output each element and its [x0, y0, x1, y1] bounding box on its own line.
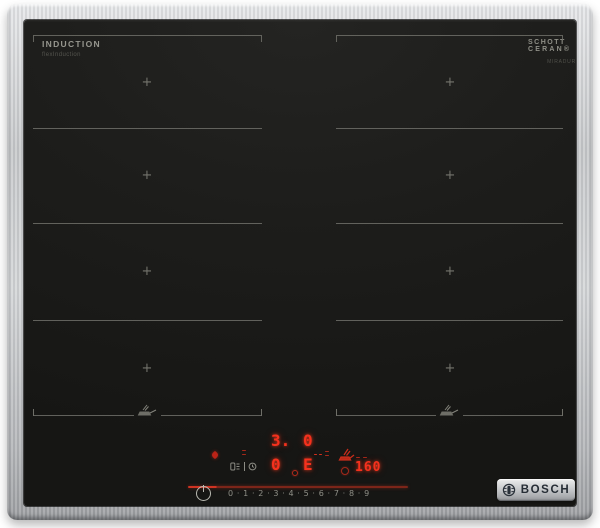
zone-cross-back-right-2[interactable]: +: [443, 169, 457, 182]
schott-line2: CERAN®: [528, 46, 572, 53]
schott-ceran-label: SCHOTT CERAN® MIRADUR: [528, 39, 576, 65]
left-zone-divider-3: [33, 320, 262, 321]
stainless-frame: INDUCTION flexInduction SCHOTT CERAN® MI…: [7, 4, 593, 520]
display-zone-back-left[interactable]: 3.: [271, 433, 290, 449]
timer-clock-icon: [248, 462, 257, 471]
power-slider-track[interactable]: [188, 486, 408, 488]
power-button[interactable]: [196, 485, 211, 501]
left-zone-divider-1: [33, 128, 262, 129]
cleaning-pause-indicator-icon: [210, 450, 220, 460]
product-photo: INDUCTION flexInduction SCHOTT CERAN® MI…: [0, 0, 600, 528]
zone-cross-front-left-1[interactable]: +: [140, 265, 154, 278]
icon-divider: [244, 462, 245, 471]
induction-sub-label: flexInduction: [42, 52, 81, 58]
power-level-scale[interactable]: 0 · 1 · 2 · 3 · 4 · 5 · 6 · 7 · 8 · 9: [228, 489, 370, 498]
bosch-anchor-logo-icon: [502, 483, 515, 497]
left-zone-bottom-line-a: [33, 415, 134, 416]
ceramic-glass-surface: INDUCTION flexInduction SCHOTT CERAN® MI…: [24, 20, 576, 506]
zone-cross-back-right-1[interactable]: +: [443, 76, 457, 89]
zone-cross-front-right-2[interactable]: +: [443, 362, 457, 375]
schott-line1: SCHOTT: [528, 39, 566, 46]
display-fry-temperature[interactable]: 160: [355, 461, 381, 474]
left-zone-bottom-line-b: [161, 415, 262, 416]
frying-sensor-icon[interactable]: [338, 446, 355, 468]
bosch-wordmark: BOSCH: [520, 484, 571, 496]
heat-level-marks-left: [242, 450, 246, 456]
zone-cross-back-left-2[interactable]: +: [140, 169, 154, 182]
zone-cross-back-left-1[interactable]: +: [140, 76, 154, 89]
temp-control-icon: [341, 467, 349, 475]
display-zone-back-right[interactable]: 0: [303, 433, 313, 449]
right-zone-bottom-line-a: [336, 415, 436, 416]
timer-function-icons[interactable]: [230, 462, 258, 471]
temp-unit-marks: [356, 457, 367, 459]
right-zone-divider-3: [336, 320, 563, 321]
frying-sensor-zone-icon-left: [134, 404, 160, 416]
zone-cross-front-right-1[interactable]: +: [443, 265, 457, 278]
bosch-badge: BOSCH: [497, 479, 575, 501]
zone-cross-front-left-2[interactable]: +: [140, 362, 154, 375]
induction-label: INDUCTION: [42, 39, 101, 49]
right-zone-divider-1: [336, 128, 563, 129]
pan-move-ticks: [314, 454, 322, 456]
right-zone-divider-2: [336, 223, 563, 224]
left-zone-divider-2: [33, 223, 262, 224]
display-zone-front-left[interactable]: 0: [271, 457, 281, 473]
left-zone-top-edge: [33, 35, 262, 42]
zone-select-dot: [292, 470, 298, 476]
heat-level-marks-right: [325, 451, 329, 457]
schott-subline: MIRADUR: [547, 59, 576, 65]
display-zone-front-right[interactable]: E: [303, 457, 313, 473]
frying-sensor-zone-icon-right: [436, 404, 462, 416]
kitchen-timer-icon: [230, 462, 240, 471]
right-zone-top-edge: [336, 35, 563, 42]
right-zone-bottom-line-b: [463, 415, 563, 416]
